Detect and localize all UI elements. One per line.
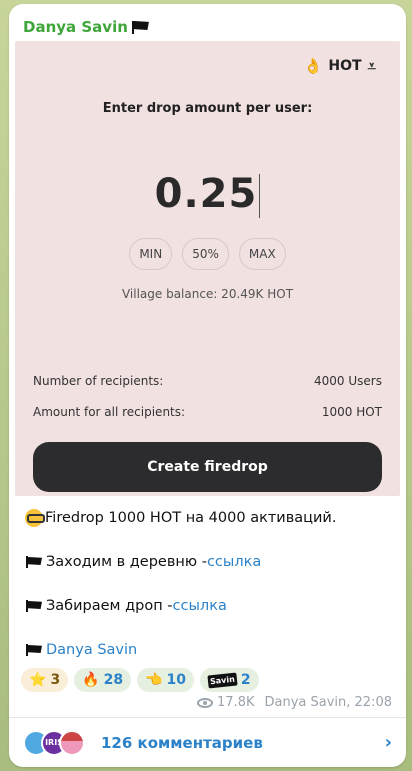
village-balance: Village balance: 20.49K HOT (121, 287, 294, 301)
fire-icon: 🔥 (82, 672, 100, 688)
reaction-point[interactable]: 👈 10 (137, 668, 195, 692)
reaction-star[interactable]: ⭐ 3 (21, 668, 69, 692)
bird-icon: ⩡ (367, 57, 376, 75)
reaction-fire[interactable]: 🔥 28 (74, 668, 132, 692)
eye-icon (197, 697, 214, 708)
post-author[interactable]: Danya Savin (23, 18, 150, 36)
drop-link[interactable]: ссылка (173, 595, 227, 617)
amount-value: 0.25 (154, 171, 258, 217)
chevron-right-icon[interactable]: › (385, 732, 392, 753)
black-flag-icon (130, 20, 150, 34)
token-label: HOT (328, 58, 362, 74)
black-flag-icon (25, 600, 43, 612)
reaction-savin[interactable]: Savin 2 (200, 668, 259, 692)
avatar (59, 729, 85, 756)
quick-amount-buttons: MIN 50% MAX (15, 238, 400, 270)
min-button[interactable]: MIN (129, 238, 173, 270)
firedrop-widget: 👌 HOT ⩡ Enter drop amount per user: 0.25… (15, 41, 400, 496)
amount-input[interactable]: 0.25 (15, 171, 400, 218)
recipients-label: Number of recipients: (33, 374, 164, 388)
commenter-avatars: IRIS (23, 729, 85, 756)
amount-prompt: Enter drop amount per user: (102, 101, 313, 116)
total-label: Amount for all recipients: (33, 405, 186, 419)
token-selector[interactable]: 👌 HOT ⩡ (304, 57, 376, 75)
message-text: Firedrop 1000 HOT на 4000 активаций. Зах… (25, 507, 394, 661)
comments-count[interactable]: 126 комментариев (101, 734, 385, 752)
star-icon: ⭐ (29, 672, 47, 688)
nerd-face-icon (25, 509, 45, 527)
recipients-row: Number of recipients: 4000 Users (33, 374, 382, 388)
half-button[interactable]: 50% (182, 238, 229, 270)
create-firedrop-button[interactable]: Create firedrop (33, 442, 382, 492)
village-link[interactable]: ссылка (207, 551, 261, 573)
text-caret (259, 174, 261, 218)
reactions-bar: ⭐ 3 🔥 28 👈 10 Savin 2 (21, 668, 259, 692)
hot-token-icon: 👌 (303, 57, 323, 75)
savin-sticker-icon: Savin (207, 672, 238, 688)
recipients-value: 4000 Users (314, 374, 382, 388)
total-value: 1000 HOT (321, 405, 382, 419)
view-count: 17.8K (217, 695, 255, 710)
max-button[interactable]: MAX (238, 238, 286, 270)
author-name[interactable]: Danya Savin (23, 18, 128, 36)
total-row: Amount for all recipients: 1000 HOT (33, 405, 382, 419)
message-line: Danya Savin (25, 639, 394, 661)
message-line: Заходим в деревню - ссылка (25, 551, 394, 573)
black-flag-icon (25, 556, 43, 568)
comments-bar[interactable]: IRIS 126 комментариев › (9, 717, 406, 767)
message-line: Firedrop 1000 HOT на 4000 активаций. (25, 507, 394, 529)
channel-post: Danya Savin 👌 HOT ⩡ Enter drop amount pe… (9, 4, 406, 767)
pointing-hand-icon: 👈 (145, 672, 163, 688)
black-flag-icon (25, 644, 43, 656)
post-meta: 17.8K Danya Savin, 22:08 (197, 695, 392, 710)
post-signature: Danya Savin, 22:08 (264, 695, 393, 710)
author-link[interactable]: Danya Savin (46, 639, 137, 661)
message-line: Забираем дроп - ссылка (25, 595, 394, 617)
